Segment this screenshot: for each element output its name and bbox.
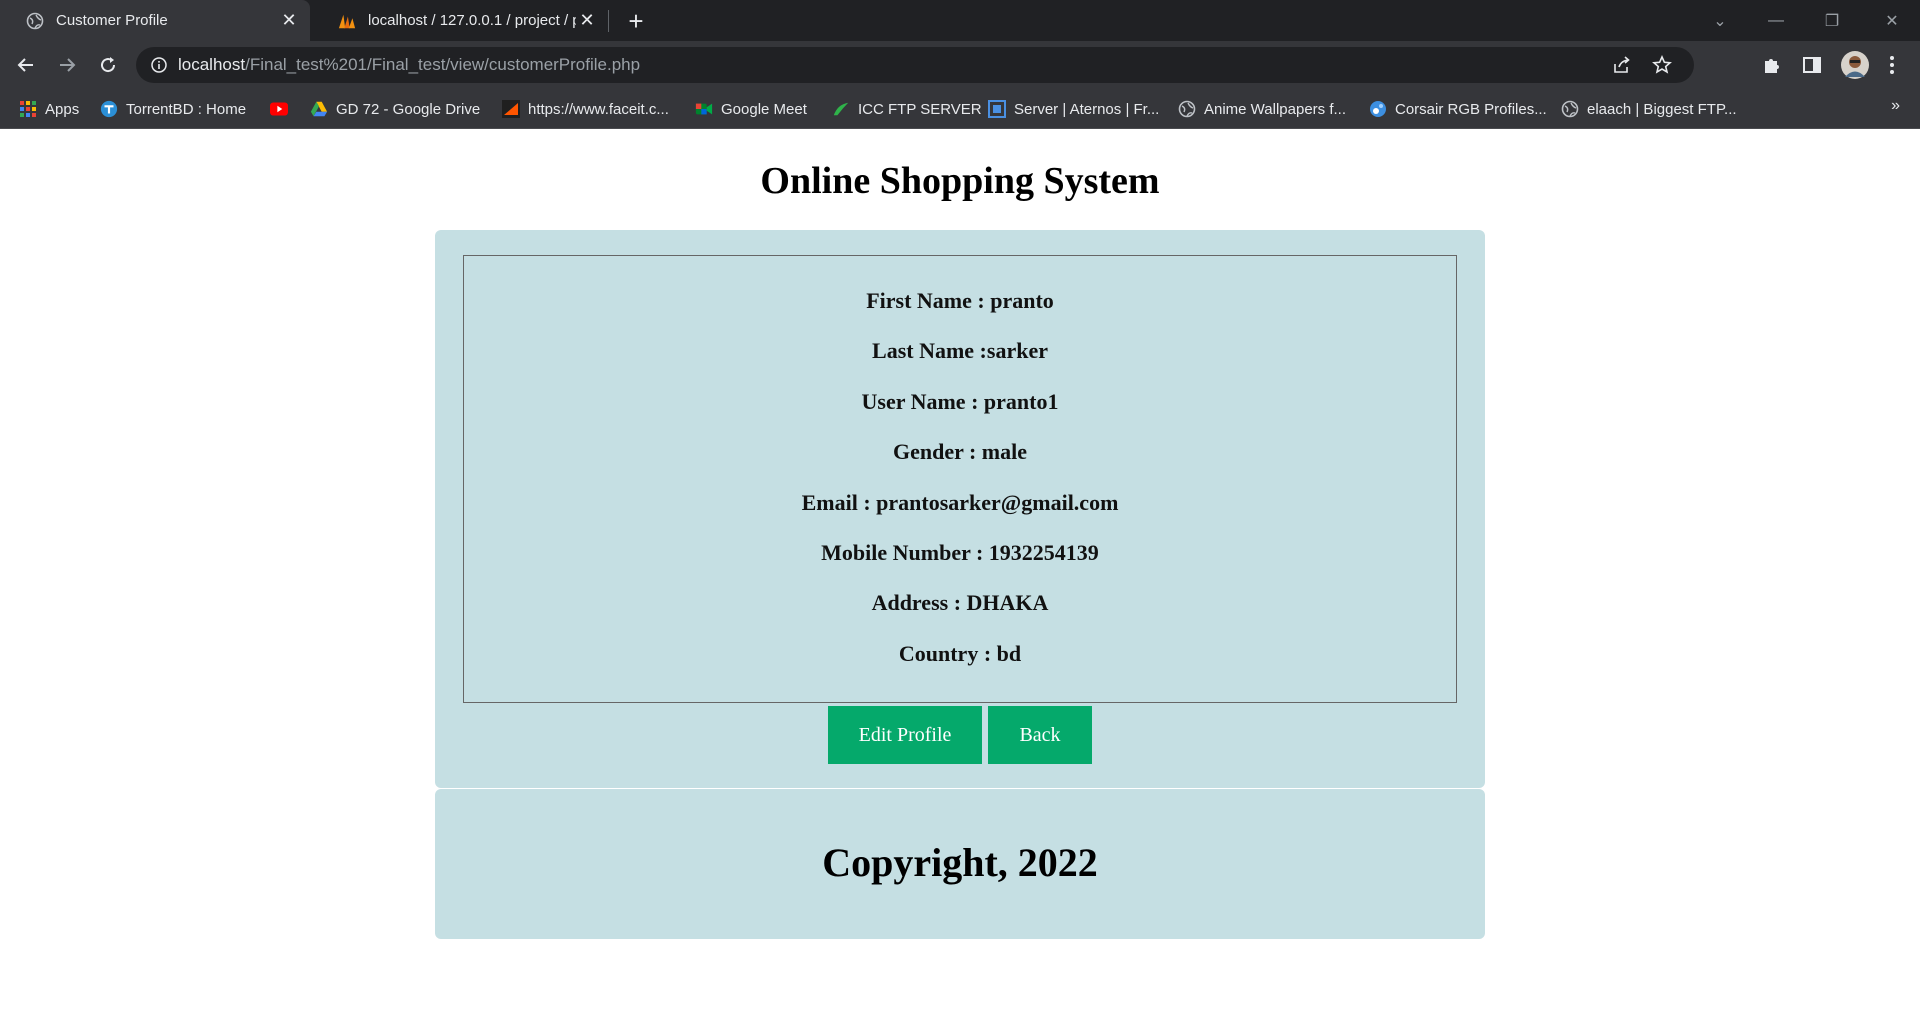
tab-title: Customer Profile (56, 12, 168, 29)
share-icon[interactable] (1610, 53, 1634, 77)
corsair-icon (1369, 100, 1387, 118)
tab-separator (608, 10, 609, 32)
tab-close-icon[interactable]: ✕ (278, 10, 300, 32)
gender-line: Gender : male (892, 439, 1027, 464)
bookmark-torrentbd[interactable]: TorrentBD : Home (100, 97, 246, 121)
bookmark-google-meet[interactable]: Google Meet (695, 97, 807, 121)
restore-icon[interactable]: ❐ (1804, 0, 1860, 41)
back-button[interactable]: Back (988, 706, 1092, 764)
minimize-icon[interactable]: — (1748, 0, 1804, 41)
profile-panel: First Name : pranto Last Name :sarker Us… (435, 230, 1485, 788)
bookmarks-bar: Apps TorrentBD : Home GD 72 - Google Dri… (0, 89, 1920, 129)
footer: Copyright, 2022 (435, 789, 1485, 939)
tab-phpmyadmin[interactable]: localhost / 127.0.0.1 / project / p ✕ (312, 0, 608, 41)
email-line: Email : prantosarker@gmail.com (801, 490, 1119, 515)
edit-profile-button[interactable]: Edit Profile (828, 706, 982, 764)
aternos-icon (988, 100, 1006, 118)
window-close-icon[interactable]: ✕ (1864, 0, 1920, 41)
phpmyadmin-icon (338, 12, 356, 30)
back-arrow-icon[interactable] (10, 49, 42, 81)
forward-arrow-icon[interactable] (51, 49, 83, 81)
bookmark-corsair[interactable]: Corsair RGB Profiles... (1369, 97, 1547, 121)
tab-close-icon[interactable]: ✕ (576, 10, 598, 32)
new-tab-button[interactable]: + (622, 6, 650, 36)
user-name-line: User Name : pranto1 (861, 389, 1059, 414)
tab-customer-profile[interactable]: Customer Profile ✕ (0, 0, 310, 41)
side-panel-icon[interactable] (1800, 53, 1824, 77)
tab-search-icon[interactable]: ⌄ (1692, 0, 1748, 41)
page-title: Online Shopping System (760, 160, 1160, 202)
extensions-puzzle-icon[interactable] (1760, 53, 1784, 77)
bookmark-aternos[interactable]: Server | Aternos | Fr... (988, 97, 1159, 121)
country-line: Country : bd (898, 641, 1022, 666)
address-line: Address : DHAKA (871, 590, 1049, 615)
bookmark-google-drive[interactable]: GD 72 - Google Drive (310, 97, 480, 121)
bookmark-youtube[interactable] (270, 97, 296, 121)
reload-icon[interactable] (92, 49, 124, 81)
avatar[interactable] (1840, 50, 1870, 80)
bookmark-elaach[interactable]: elaach | Biggest FTP... (1561, 97, 1737, 121)
profile-info-box: First Name : pranto Last Name :sarker Us… (463, 255, 1457, 703)
address-bar[interactable]: localhost/Final_test%201/Final_test/view… (136, 47, 1694, 83)
globe-icon (26, 12, 44, 30)
bookmarks-overflow-button[interactable]: » (1891, 97, 1900, 115)
copyright-text: Copyright, 2022 (822, 840, 1098, 885)
google-meet-icon (695, 100, 713, 118)
bookmark-icc-ftp[interactable]: ICC FTP SERVER (832, 97, 982, 121)
first-name-line: First Name : pranto (866, 288, 1054, 313)
youtube-icon (270, 100, 288, 118)
mobile-number-line: Mobile Number : 1932254139 (821, 540, 1099, 565)
page-content: Online Shopping System First Name : pran… (0, 129, 1920, 1017)
site-info-icon[interactable] (150, 56, 168, 74)
google-drive-icon (310, 100, 328, 118)
bookmark-star-icon[interactable] (1650, 53, 1674, 77)
tab-strip: Customer Profile ✕ localhost / 127.0.0.1… (0, 0, 1920, 41)
torrentbd-icon (100, 100, 118, 118)
bookmark-faceit[interactable]: https://www.faceit.c... (502, 97, 669, 121)
browser-toolbar: localhost/Final_test%201/Final_test/view… (0, 41, 1920, 89)
bookmark-apps[interactable]: Apps (19, 97, 79, 121)
last-name-line: Last Name :sarker (872, 338, 1048, 363)
url-text[interactable]: localhost/Final_test%201/Final_test/view… (178, 47, 640, 83)
ftp-leaf-icon (832, 100, 850, 118)
faceit-icon (502, 100, 520, 118)
menu-kebab-icon[interactable] (1880, 53, 1904, 77)
tab-title: localhost / 127.0.0.1 / project / p (368, 12, 576, 29)
apps-grid-icon (19, 100, 37, 118)
globe-icon (1178, 100, 1196, 118)
bookmark-anime-wallpapers[interactable]: Anime Wallpapers f... (1178, 97, 1346, 121)
globe-icon (1561, 100, 1579, 118)
